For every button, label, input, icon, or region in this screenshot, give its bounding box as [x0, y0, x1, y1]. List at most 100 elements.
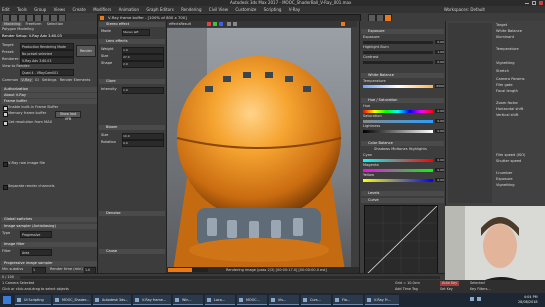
taskbar-item-loca[interactable]: Loca...: [205, 295, 235, 305]
taskbar-item-vis[interactable]: Vis...: [269, 295, 299, 305]
cc-yellow-blue-slider[interactable]: [363, 179, 433, 182]
vfb-section-lens[interactable]: Lens effects: [99, 39, 165, 44]
network-icon[interactable]: [470, 297, 474, 301]
section-about-vray[interactable]: About V-Ray: [1, 93, 98, 98]
taskbar-item-win[interactable]: Win...: [173, 295, 203, 305]
show-last-vfb-button[interactable]: Show last VFB: [55, 111, 81, 121]
menu-vray[interactable]: V-Ray: [289, 6, 300, 13]
close-icon[interactable]: [539, 1, 543, 5]
cc-saturation-slider[interactable]: [363, 120, 433, 123]
cp-item-white-balance[interactable]: White Balance: [496, 29, 522, 34]
taskbar-item-vray-fr[interactable]: V-Ray Fr...: [365, 295, 399, 305]
menu-rendering[interactable]: Rendering: [181, 6, 201, 13]
cc-section-levels[interactable]: Levels: [361, 191, 444, 196]
section-global-switches[interactable]: Global switches: [1, 217, 98, 222]
cc-exposure-slider[interactable]: [363, 41, 433, 44]
vfb-rotation-input[interactable]: 0.0: [122, 140, 164, 147]
cc-magenta-green-slider[interactable]: [363, 169, 433, 172]
tab-vray[interactable]: V-Ray: [20, 78, 33, 82]
save-image-icon[interactable]: [227, 22, 231, 26]
menu-animation[interactable]: Animation: [119, 6, 139, 13]
time-slider[interactable]: [20, 276, 440, 279]
cc-lightness-value[interactable]: 0.00: [435, 129, 444, 133]
cc-cyan-red-slider[interactable]: [363, 159, 433, 162]
cp-item-h-shift[interactable]: Horizontal shift: [496, 107, 523, 112]
add-time-tag[interactable]: Add Time Tag: [395, 287, 418, 292]
curve-editor[interactable]: [364, 205, 438, 277]
key-filters-button[interactable]: Key Filters...: [470, 287, 491, 292]
section-image-filter[interactable]: Image filter: [1, 242, 98, 247]
cc-hue-slider[interactable]: [363, 110, 433, 113]
tab-gi[interactable]: GI: [34, 78, 40, 82]
cp-item-temperature[interactable]: Temperature: [496, 47, 519, 52]
cc-section-curve[interactable]: Curve: [361, 198, 444, 203]
vfb-section-cause[interactable]: Cause: [99, 249, 165, 254]
cp-item-zoom[interactable]: Zoom factor: [496, 101, 518, 106]
vfb-mode-dropdown[interactable]: Stereo left: [122, 29, 150, 36]
selected-dropdown[interactable]: Selected: [470, 281, 485, 286]
cc-highlight-slider[interactable]: [363, 51, 433, 54]
set-key-button[interactable]: Set Key: [440, 287, 453, 292]
section-progressive-sampler[interactable]: Progressive image sampler: [1, 261, 98, 266]
start-icon[interactable]: [3, 296, 11, 304]
tab-modeling[interactable]: Modeling: [2, 22, 23, 26]
cp-item-target[interactable]: Target: [496, 23, 507, 28]
menu-edit[interactable]: Edit: [2, 6, 10, 13]
cc-saturation-value[interactable]: 0.00: [435, 119, 444, 123]
taskbar-item-mooc[interactable]: MOOC...: [237, 295, 267, 305]
tab-settings[interactable]: Settings: [41, 78, 58, 82]
cp-item-exposure[interactable]: Exposure: [496, 177, 513, 182]
cc-section-exposure[interactable]: Exposure: [361, 29, 444, 34]
vfb-shape-input[interactable]: 2.0: [122, 61, 164, 68]
cc-section-white-balance[interactable]: White Balance: [361, 73, 444, 78]
cc-contrast-slider[interactable]: [363, 61, 433, 64]
system-clock[interactable]: 4:04 PM 28/08/2018: [518, 295, 538, 305]
cp-item-film-gate[interactable]: Film gate: [496, 83, 513, 88]
menu-civil-view[interactable]: Civil View: [209, 6, 228, 13]
menu-customize[interactable]: Customize: [235, 6, 256, 13]
cp-item-illuminant[interactable]: Illuminant: [496, 35, 514, 40]
vfb-section-denoise[interactable]: Denoise: [99, 211, 165, 216]
menu-scripting[interactable]: Scripting: [264, 6, 282, 13]
taskbar-item-3dsmax[interactable]: Autodesk 3ds...: [93, 295, 131, 305]
cc-mode-shadows[interactable]: Shadows: [374, 147, 390, 151]
taskbar-item-vray-frame[interactable]: V-Ray frame...: [133, 295, 171, 305]
vfb-intensity-input[interactable]: 1.0: [122, 87, 164, 94]
cc-temperature-slider[interactable]: [363, 85, 433, 88]
vfb-size-input[interactable]: 27.0: [122, 54, 164, 61]
cp-item-iso[interactable]: Film speed (ISO): [496, 153, 525, 158]
vfb-section-glare[interactable]: Glare: [99, 79, 165, 84]
cp-item-v-shift[interactable]: Vertical shift: [496, 113, 518, 118]
cp-item-focal-length[interactable]: Focal length: [496, 89, 518, 94]
render-button[interactable]: Render: [76, 45, 96, 57]
taskbar-item-mooc-shader[interactable]: MOOC_Shader...: [53, 295, 91, 305]
green-channel-icon[interactable]: [213, 22, 217, 26]
render-icon[interactable]: [341, 22, 345, 26]
taskbar-item-fla[interactable]: Fla...: [333, 295, 363, 305]
filter-dropdown[interactable]: Area: [20, 249, 52, 256]
vfb-channel-select[interactable]: effectsResult: [169, 22, 191, 26]
volume-icon[interactable]: [477, 297, 481, 301]
taskbar-item-ui-scripting[interactable]: UI Scripting: [15, 295, 51, 305]
cp-item-stretch[interactable]: Stretch: [496, 69, 509, 74]
cp-item-vignetting-2[interactable]: Vignetting: [496, 183, 515, 188]
cc-section-color-balance[interactable]: Color Balance: [361, 141, 444, 146]
section-image-sampler[interactable]: Image sampler (Antialiasing): [1, 224, 98, 229]
cp-item-shutter[interactable]: Shutter speed: [496, 159, 521, 164]
target-dropdown[interactable]: Production Rendering Mode: [20, 43, 74, 50]
renderer-dropdown[interactable]: V-Ray Adv 3.60.03: [20, 57, 74, 64]
vfb-section-stereo[interactable]: Stereo effect: [99, 22, 165, 27]
cp-item-vignetting[interactable]: Vignetting: [496, 61, 515, 66]
cc-highlight-value[interactable]: 1.00: [435, 50, 444, 54]
vfb-bloom-size-input[interactable]: 10.0: [122, 133, 164, 140]
section-frame-buffer[interactable]: Frame buffer: [1, 99, 98, 104]
cp-item-fnumber[interactable]: f-number: [496, 171, 512, 176]
sampler-type-dropdown[interactable]: Progressive: [20, 231, 52, 238]
minimize-icon[interactable]: [525, 3, 529, 4]
cc-magenta-value[interactable]: 0.00: [435, 168, 444, 172]
taskbar-item-curs[interactable]: Curs...: [301, 295, 331, 305]
section-authorization[interactable]: Authorization: [1, 87, 98, 92]
cc-mode-highlights[interactable]: Highlights: [409, 147, 427, 151]
cc-temperature-value[interactable]: 6500: [435, 84, 444, 88]
tab-selection[interactable]: Selection: [45, 22, 66, 26]
